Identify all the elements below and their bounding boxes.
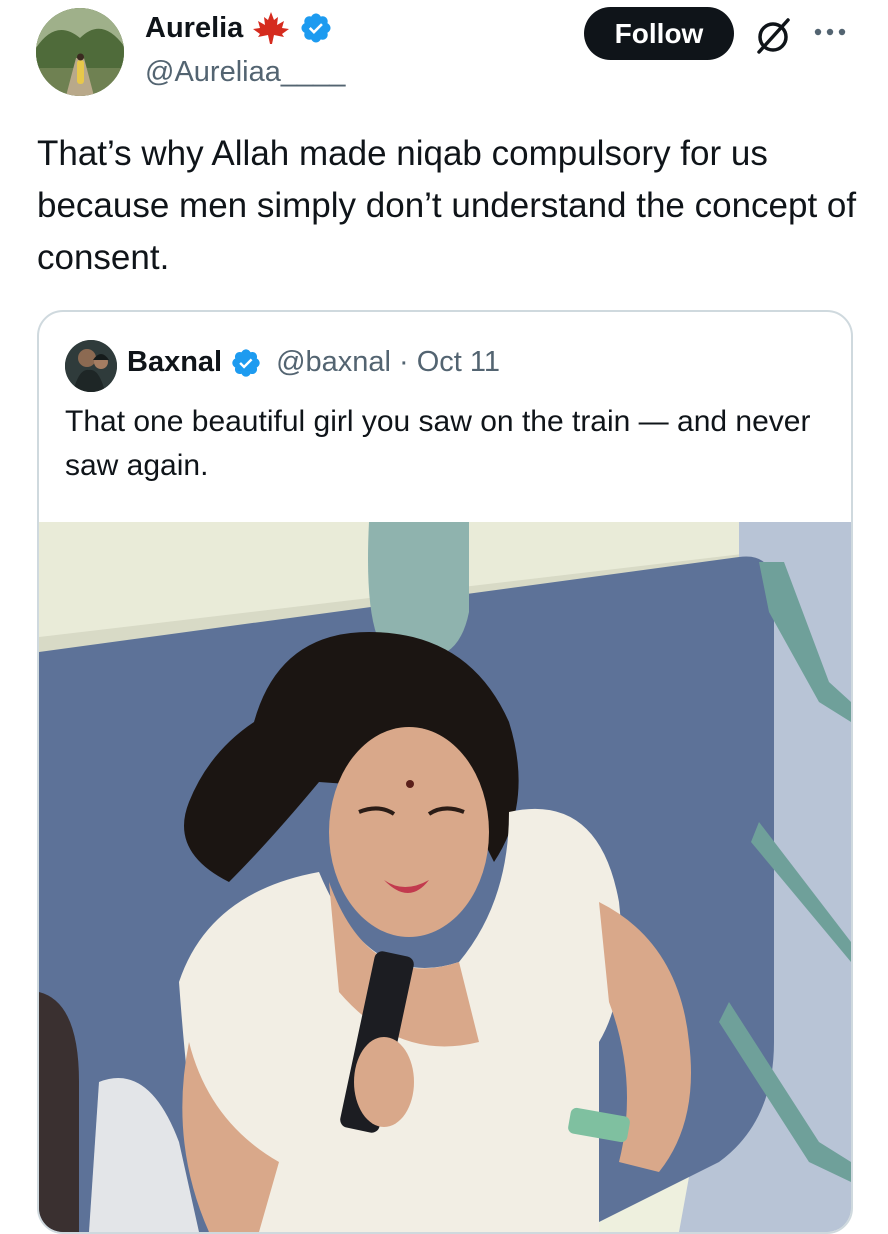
quoted-handle[interactable]: @baxnal [276, 346, 391, 379]
quoted-separator: · [399, 346, 409, 378]
tweet-header: Aurelia @Aureliaa____ Follow [0, 0, 888, 110]
maple-leaf-icon [253, 12, 290, 44]
author-handle[interactable]: @Aureliaa____ [145, 56, 345, 89]
tweet-text: That’s why Allah made niqab compulsory f… [37, 134, 857, 277]
photo-face [329, 727, 489, 937]
quoted-display-name[interactable]: Baxnal [127, 346, 222, 379]
quoted-media-photo[interactable] [39, 522, 851, 1232]
photo-bindi [406, 780, 414, 788]
quoted-author-avatar[interactable] [65, 340, 117, 392]
quoted-date[interactable]: Oct 11 [417, 346, 500, 379]
verified-badge-icon[interactable] [299, 11, 333, 45]
grok-icon[interactable] [753, 16, 793, 56]
quoted-name-row: Baxnal @baxnal · Oct 11 [127, 346, 500, 379]
author-display-name[interactable]: Aurelia [145, 12, 243, 45]
quoted-avatar-image [65, 340, 117, 392]
photo-hand [354, 1037, 414, 1127]
verified-badge-icon [232, 348, 260, 377]
quoted-tweet-card[interactable]: Baxnal @baxnal · Oct 11 That one beautif… [37, 310, 853, 1234]
author-avatar-image [36, 8, 124, 96]
author-name-row: Aurelia [145, 10, 333, 46]
quoted-tweet-text: That one beautiful girl you saw on the t… [65, 405, 811, 482]
author-avatar[interactable] [36, 8, 124, 96]
follow-button[interactable]: Follow [584, 7, 734, 60]
more-options-icon[interactable] [810, 20, 850, 44]
